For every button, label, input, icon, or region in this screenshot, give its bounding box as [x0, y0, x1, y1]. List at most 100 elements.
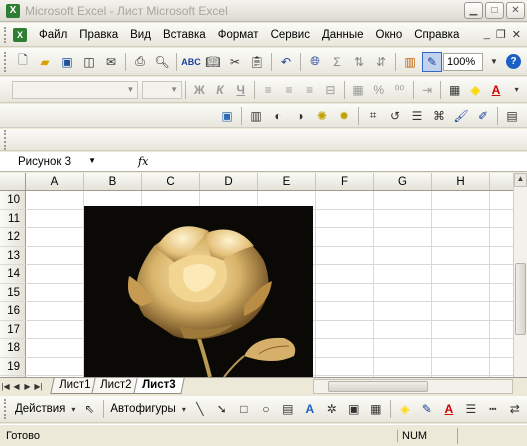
grid-cell[interactable] — [374, 302, 432, 320]
grid-cell[interactable] — [26, 191, 84, 209]
help-icon[interactable]: ? — [506, 54, 521, 69]
new-icon[interactable]: 🗋 — [13, 52, 33, 72]
row-header[interactable]: 13 — [0, 246, 26, 264]
grid-cell[interactable] — [26, 228, 84, 246]
rectangle-icon[interactable]: □ — [234, 399, 254, 419]
column-header-c[interactable]: C — [142, 173, 200, 190]
line-style-icon[interactable]: ☰ — [407, 106, 427, 126]
grid-cell[interactable] — [374, 265, 432, 283]
diagram-icon[interactable]: ✲ — [322, 399, 342, 419]
column-header-g[interactable]: G — [374, 173, 432, 190]
fill-bucket-icon[interactable]: ◈ — [395, 399, 415, 419]
compress-icon[interactable]: ⌘ — [429, 106, 449, 126]
drawing-toolbar-grip[interactable] — [4, 399, 12, 419]
chart-wizard-icon[interactable]: ▥ — [400, 52, 420, 72]
row-header[interactable]: 18 — [0, 339, 26, 357]
menu-file[interactable]: Файл — [33, 24, 73, 46]
undo-icon[interactable]: ↶ — [276, 52, 296, 72]
grid-cell[interactable] — [316, 320, 374, 338]
grid-cell[interactable] — [26, 283, 84, 301]
insert-picture-icon[interactable]: ▣ — [217, 106, 237, 126]
spell-icon[interactable]: ABC — [181, 52, 201, 72]
excel-app-icon[interactable]: X — [6, 3, 20, 18]
name-box[interactable]: Рисунок 3 ▼ — [0, 156, 100, 168]
less-contrast-icon[interactable]: ◑ — [290, 106, 310, 126]
crop-icon[interactable]: ⌗ — [363, 106, 383, 126]
next-sheet-icon[interactable]: ▶ — [22, 382, 33, 391]
clipart-icon[interactable]: ▣ — [344, 399, 364, 419]
cut-icon[interactable]: ✂ — [225, 52, 245, 72]
grid-cell[interactable] — [26, 320, 84, 338]
grid-cell[interactable] — [432, 209, 490, 227]
grid-cell[interactable] — [374, 228, 432, 246]
horizontal-scrollbar[interactable] — [313, 378, 513, 394]
last-sheet-icon[interactable]: ▶| — [33, 382, 44, 391]
reset-picture-icon[interactable]: ▤ — [502, 106, 522, 126]
underline-icon[interactable]: Ч — [231, 80, 250, 100]
borders-icon[interactable]: ▦ — [445, 80, 464, 100]
align-center-icon[interactable]: ≡ — [280, 80, 299, 100]
research-icon[interactable]: 📖︎ — [203, 52, 223, 72]
drawing-icon[interactable]: ✎ — [422, 51, 442, 72]
actions-menu[interactable]: Действия — [12, 403, 68, 415]
row-header[interactable]: 14 — [0, 265, 26, 283]
row-header[interactable]: 17 — [0, 320, 26, 338]
grid-cell[interactable] — [432, 302, 490, 320]
menu-help[interactable]: Справка — [408, 24, 465, 46]
merge-center-icon[interactable]: ⊟ — [321, 80, 340, 100]
column-header-d[interactable]: D — [200, 173, 258, 190]
permission-icon[interactable]: ◫ — [79, 52, 99, 72]
font-size-select[interactable]: ▼ — [142, 80, 183, 99]
document-icon[interactable]: X — [13, 27, 27, 42]
wordart-icon[interactable]: A — [300, 399, 320, 419]
row-header[interactable]: 12 — [0, 228, 26, 246]
column-header-a[interactable]: A — [26, 173, 84, 190]
sheet-tab-3[interactable]: Лист3 — [133, 378, 185, 394]
zoom-dropdown-icon[interactable]: ▼ — [484, 52, 504, 72]
drawing-font-color-icon[interactable]: A — [439, 399, 459, 419]
grid-cell[interactable] — [316, 209, 374, 227]
email-icon[interactable]: ✉ — [101, 52, 121, 72]
rotate-icon[interactable]: ↺ — [385, 106, 405, 126]
first-sheet-icon[interactable]: |◀ — [0, 382, 11, 391]
grid-cell[interactable] — [374, 283, 432, 301]
doc-close-icon[interactable]: ✕ — [512, 28, 521, 41]
dash-style-icon[interactable]: ┅ — [483, 399, 503, 419]
toolbar-grip[interactable] — [4, 51, 12, 72]
horizontal-scroll-thumb[interactable] — [328, 380, 428, 392]
column-header-b[interactable]: B — [84, 173, 142, 190]
fill-color-icon[interactable]: ◈ — [466, 80, 485, 100]
grid-cell[interactable] — [374, 209, 432, 227]
column-header-h[interactable]: H — [432, 173, 490, 190]
grid-cell[interactable] — [374, 339, 432, 357]
textbox-icon[interactable]: ▤ — [278, 399, 298, 419]
row-header[interactable]: 19 — [0, 357, 26, 375]
scroll-up-icon[interactable]: ▲ — [514, 173, 527, 187]
grid-cell[interactable] — [432, 320, 490, 338]
name-box-dropdown-icon[interactable]: ▼ — [88, 156, 96, 168]
grid-cell[interactable] — [432, 246, 490, 264]
font-color-icon[interactable]: A — [487, 80, 506, 100]
grid-cell[interactable] — [26, 265, 84, 283]
grid-cell[interactable] — [316, 246, 374, 264]
grid-cell[interactable] — [26, 246, 84, 264]
row-header[interactable]: 10 — [0, 191, 26, 209]
grid-cell[interactable] — [374, 320, 432, 338]
font-name-select[interactable]: ▼ — [12, 80, 139, 99]
minimize-button[interactable]: ▁ — [464, 2, 483, 19]
fx-icon[interactable]: fx — [138, 155, 148, 168]
grid-cell[interactable] — [432, 357, 490, 375]
bold-icon[interactable]: Ж — [190, 80, 209, 100]
row-header[interactable]: 11 — [0, 209, 26, 227]
grid-cell[interactable] — [26, 339, 84, 357]
autoshapes-dropdown-icon[interactable]: ▾ — [180, 399, 188, 419]
paste-icon[interactable]: 📋︎ — [247, 52, 267, 72]
menu-tools[interactable]: Сервис — [265, 24, 316, 46]
vertical-scrollbar[interactable]: ▲ — [513, 173, 527, 377]
menu-data[interactable]: Данные — [316, 24, 370, 46]
line-color-icon[interactable]: ✎ — [417, 399, 437, 419]
less-brightness-icon[interactable]: ✹ — [334, 106, 354, 126]
grid-cell[interactable] — [26, 302, 84, 320]
menu-insert[interactable]: Вставка — [157, 24, 212, 46]
maximize-button[interactable]: □ — [485, 2, 504, 19]
